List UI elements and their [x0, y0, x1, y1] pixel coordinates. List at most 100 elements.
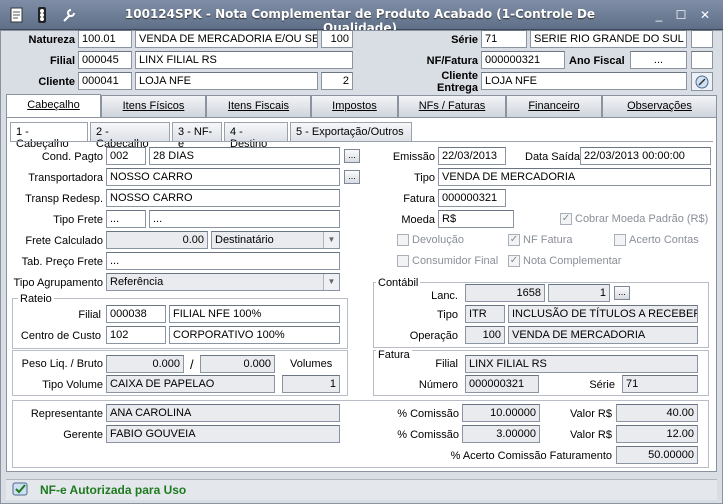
- valor-label-1: Valor R$: [570, 408, 612, 420]
- natureza-code-input[interactable]: 100.01: [78, 30, 132, 48]
- document-icon[interactable]: [6, 5, 28, 25]
- serie-code-input[interactable]: 71: [481, 30, 527, 48]
- cliente-code-input[interactable]: 000041: [78, 72, 132, 90]
- tab-observacoes[interactable]: Observações: [602, 95, 717, 117]
- nota-complementar-label: Nota Complementar: [523, 255, 622, 267]
- cliente-entrega-label: Cliente Entrega: [400, 70, 478, 94]
- subtab-5-exportacao[interactable]: 5 - Exportação/Outros: [290, 122, 412, 142]
- chevron-down-icon[interactable]: ▼: [323, 232, 339, 248]
- transportadora-input[interactable]: NOSSO CARRO: [106, 168, 340, 186]
- tipo-input[interactable]: VENDA DE MERCADORIA: [438, 168, 711, 186]
- lanc-input: 1658: [465, 284, 545, 302]
- frete-calculado-input: 0.00: [106, 231, 208, 249]
- filial-label: Filial: [49, 55, 75, 67]
- fatura-numero-input: 000000321: [465, 375, 539, 393]
- tipo-volume-label: Tipo Volume: [42, 379, 103, 391]
- contabil-tipo-desc-input: INCLUSÃO DE TÍTULOS A RECEBER: [508, 305, 698, 323]
- tipo-frete-code-input[interactable]: ...: [106, 210, 146, 228]
- transportadora-lookup-button[interactable]: ...: [344, 170, 360, 184]
- rateio-title: Rateio: [18, 293, 54, 305]
- tab-cabecalho[interactable]: Cabeçalho: [6, 94, 101, 118]
- consumidor-final-label: Consumidor Final: [412, 255, 499, 267]
- lanc-lookup-button[interactable]: ...: [614, 286, 630, 300]
- lanc-seq-input: 1: [548, 284, 610, 302]
- subtab-3-nfe[interactable]: 3 - NF-e: [172, 122, 222, 150]
- cliente-num-input[interactable]: 2: [321, 72, 353, 90]
- tipo-volume-input: CAIXA DE PAPELAO: [106, 375, 275, 393]
- traffic-light-icon[interactable]: [31, 5, 53, 25]
- transp-redesp-label: Transp Redesp.: [25, 193, 103, 205]
- tipo-frete-label: Tipo Frete: [53, 214, 103, 226]
- centro-custo-code-input[interactable]: 102: [106, 326, 166, 344]
- frete-destino-select[interactable]: Destinatário: [211, 231, 340, 249]
- filial-desc-input[interactable]: LINX FILIAL RS: [135, 51, 353, 69]
- cliente-entrega-label-line2: Entrega: [437, 82, 478, 94]
- ano-fiscal-input[interactable]: ...: [630, 51, 687, 69]
- devolucao-checkbox[interactable]: [397, 234, 409, 246]
- tipo-label: Tipo: [414, 172, 435, 184]
- devolucao-label: Devolução: [412, 234, 464, 246]
- filial-code-input[interactable]: 000045: [78, 51, 132, 69]
- fatura-serie-input: 71: [622, 375, 698, 393]
- fatura-filial-input: LINX FILIAL RS: [465, 355, 698, 373]
- ano-fiscal-extra-input[interactable]: [691, 51, 713, 69]
- cond-pagto-lookup-button[interactable]: ...: [344, 149, 360, 163]
- edit-entrega-icon[interactable]: [691, 72, 713, 91]
- cliente-entrega-input[interactable]: LOJA NFE: [481, 72, 687, 90]
- rateio-filial-code-input[interactable]: 000038: [106, 305, 166, 323]
- operacao-label: Operação: [409, 330, 458, 342]
- ano-fiscal-label: Ano Fiscal: [569, 55, 625, 67]
- peso-label: Peso Liq. / Bruto: [21, 358, 103, 370]
- fatura-label: Fatura: [403, 193, 435, 205]
- nf-fatura-check-label: NF Fatura: [523, 234, 573, 246]
- emissao-input[interactable]: 22/03/2013: [438, 147, 506, 165]
- natureza-desc-input[interactable]: VENDA DE MERCADORIA E/OU SERVI: [135, 30, 318, 48]
- subtab-1-cabecalho[interactable]: 1 - Cabeçalho: [10, 122, 88, 150]
- cobrar-moeda-checkbox[interactable]: ✓: [560, 213, 572, 225]
- rateio-filial-desc-input[interactable]: FILIAL NFE 100%: [169, 305, 340, 323]
- close-button[interactable]: ✕: [696, 6, 714, 24]
- transp-redesp-input[interactable]: NOSSO CARRO: [106, 189, 340, 207]
- subtab-4-destino[interactable]: 4 - Destino: [224, 122, 288, 150]
- tab-preco-frete-input[interactable]: ...: [106, 252, 340, 270]
- serie-desc-input[interactable]: SERIE RIO GRANDE DO SUL: [530, 30, 687, 48]
- minimize-button[interactable]: _: [650, 6, 668, 24]
- subtab-2-cabecalho[interactable]: 2 - Cabeçalho: [90, 122, 170, 150]
- data-saida-input[interactable]: 22/03/2013 00:00:00: [580, 147, 711, 165]
- representante-label: Representante: [30, 408, 103, 420]
- nf-fatura-input[interactable]: 000000321: [481, 51, 565, 69]
- rateio-filial-label: Filial: [78, 309, 101, 321]
- cond-pagto-desc-input[interactable]: 28 DIAS: [149, 147, 340, 165]
- tab-impostos[interactable]: Impostos: [311, 95, 398, 117]
- serie-extra-input[interactable]: [691, 30, 713, 48]
- tipo-agrupamento-label: Tipo Agrupamento: [13, 277, 103, 289]
- cond-pagto-label: Cond. Pagto: [41, 151, 103, 163]
- centro-custo-desc-input[interactable]: CORPORATIVO 100%: [169, 326, 340, 344]
- nf-fatura-label: NF/Fatura: [426, 55, 478, 67]
- nota-complementar-checkbox[interactable]: ✓: [508, 255, 520, 267]
- peso-liq-input: 0.000: [106, 355, 184, 373]
- cond-pagto-code-input[interactable]: 002: [106, 147, 146, 165]
- frete-calculado-label: Frete Calculado: [25, 235, 103, 247]
- tipo-frete-desc-input[interactable]: ...: [149, 210, 340, 228]
- maximize-button[interactable]: ☐: [672, 6, 690, 24]
- chevron-down-icon[interactable]: ▼: [323, 274, 339, 290]
- volumes-input: 1: [282, 375, 340, 393]
- fatura-numero-label: Número: [418, 379, 458, 391]
- tab-itens-fiscais[interactable]: Itens Fiscais: [206, 95, 311, 117]
- tab-financeiro[interactable]: Financeiro: [506, 95, 602, 117]
- peso-bruto-input: 0.000: [200, 355, 275, 373]
- transportadora-label: Transportadora: [28, 172, 103, 184]
- tab-nfs-faturas[interactable]: NFs / Faturas: [398, 95, 506, 117]
- nf-fatura-checkbox[interactable]: ✓: [508, 234, 520, 246]
- fatura-input[interactable]: 000000321: [438, 189, 506, 207]
- acerto-contas-checkbox[interactable]: [614, 234, 626, 246]
- consumidor-final-checkbox[interactable]: [397, 255, 409, 267]
- tipo-agrupamento-select[interactable]: Referência: [106, 273, 340, 291]
- cliente-desc-input[interactable]: LOJA NFE: [135, 72, 318, 90]
- status-text: NF-e Autorizada para Uso: [40, 483, 187, 497]
- moeda-input[interactable]: R$: [438, 210, 514, 228]
- natureza-num-input[interactable]: 100: [321, 30, 353, 48]
- tab-itens-fisicos[interactable]: Itens Físicos: [101, 95, 206, 117]
- wrench-icon[interactable]: [58, 5, 80, 25]
